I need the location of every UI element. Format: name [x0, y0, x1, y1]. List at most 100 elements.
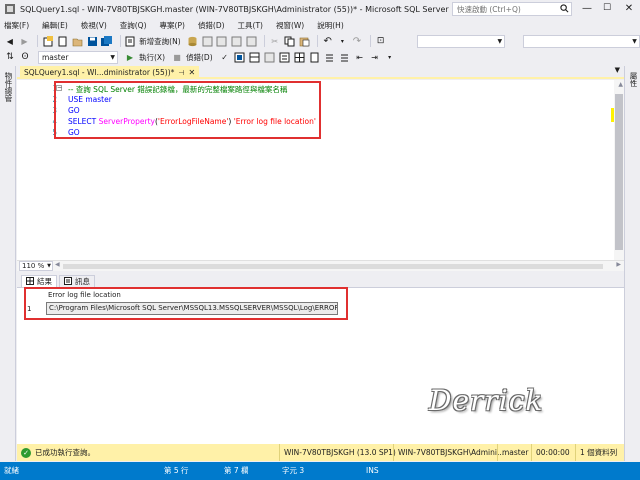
menu-window[interactable]: 視窗(W) [276, 20, 304, 31]
quick-launch-input[interactable]: 快速啟動 (Ctrl+Q) [452, 2, 572, 16]
menu-query[interactable]: 查詢(Q) [120, 20, 147, 31]
database-select[interactable]: master ▼ [38, 50, 118, 64]
close-button[interactable]: ✕ [620, 2, 638, 16]
results-tab-strip: 結果 訊息 [17, 273, 624, 287]
tab-messages-label: 訊息 [75, 277, 90, 286]
intellisense-icon[interactable] [264, 51, 276, 63]
new-query-icon[interactable] [125, 35, 137, 47]
save-all-icon[interactable] [101, 35, 113, 47]
query-editor[interactable]: 1 2 3 4 5 − -- 查詢 SQL Server 錯誤記錄檔，最新的完整… [17, 80, 624, 260]
copy-icon[interactable] [284, 35, 296, 47]
scroll-thumb[interactable] [615, 94, 623, 250]
comment-out-icon[interactable] [324, 51, 336, 63]
tab-sqlquery1[interactable]: SQLQuery1.sql - WI...dministrator (55))*… [20, 66, 200, 79]
decrease-indent-icon[interactable]: ⇤ [354, 51, 366, 63]
status-user: WIN-7V80TBJSKGH\Admini... [393, 444, 504, 461]
sql-editor-toolbar: ⇅ Ꙩ master ▼ ▶ 執行(X) ■ 偵錯(D) ✓ ⇤ ⇥ ▾ [0, 49, 640, 65]
chevron-down-icon: ▼ [47, 263, 51, 269]
object-explorer-collapsed-panel[interactable]: 物件總管 [0, 66, 16, 461]
query-status-bar: ✓ 已成功執行查詢。 WIN-7V80TBJSKGH (13.0 SP1) WI… [17, 444, 624, 461]
find-combo[interactable]: ▼ [523, 34, 640, 48]
undo-icon[interactable]: ↶ [322, 35, 334, 47]
solution-config-combo[interactable]: ▼ [417, 34, 506, 48]
uncomment-icon[interactable] [339, 51, 351, 63]
status-ready: 就緒 [4, 466, 19, 475]
maximize-button[interactable]: ☐ [598, 2, 616, 16]
status-column: 第 7 欄 [224, 466, 249, 475]
increase-indent-icon[interactable]: ⇥ [369, 51, 381, 63]
undo-dropdown-icon[interactable]: ▾ [337, 35, 349, 47]
code-highlight-box [54, 81, 321, 139]
connect-icon[interactable]: ⇅ [4, 51, 16, 63]
minimize-button[interactable]: — [578, 2, 596, 16]
new-project-icon[interactable] [42, 35, 54, 47]
results-to-grid-icon[interactable] [294, 51, 306, 63]
forward-icon[interactable]: ▶ [19, 35, 31, 47]
display-plan-icon[interactable] [234, 51, 246, 63]
message-icon [64, 276, 72, 287]
pin-icon[interactable]: ⊣ [178, 69, 184, 77]
open-folder-icon[interactable] [72, 35, 84, 47]
grid-icon [26, 276, 34, 287]
query-status-message: 已成功執行查詢。 [35, 448, 95, 457]
database-query-icon[interactable] [187, 35, 199, 47]
execute-button[interactable]: 執行(X) [139, 52, 165, 63]
dmx-query-icon[interactable] [216, 35, 228, 47]
dax-query-icon[interactable] [245, 35, 257, 47]
editor-zoom-row: 110 % ▼ ◀ ▶ [17, 260, 624, 271]
zoom-value: 110 % [22, 262, 45, 270]
scroll-left-icon[interactable]: ◀ [55, 261, 60, 268]
status-elapsed: 00:00:00 [531, 444, 570, 461]
zoom-select[interactable]: 110 % ▼ [19, 261, 53, 271]
scroll-up-icon[interactable]: ▲ [618, 81, 623, 88]
menu-file[interactable]: 檔案(F) [4, 20, 29, 31]
parse-icon[interactable]: ✓ [219, 51, 231, 63]
document-tab-strip: SQLQuery1.sql - WI...dministrator (55))*… [17, 66, 624, 79]
results-grid[interactable]: Error log file location 1 C:\Program Fil… [17, 287, 624, 449]
window-title: SQLQuery1.sql - WIN-7V80TBJSKGH.master (… [20, 4, 491, 14]
status-server: WIN-7V80TBJSKGH (13.0 SP1) [279, 444, 396, 461]
paste-icon[interactable] [298, 35, 310, 47]
menu-edit[interactable]: 編輯(E) [42, 20, 68, 31]
object-explorer-label: 物件總管 [4, 72, 13, 102]
document-area: SQLQuery1.sql - WI...dministrator (55))*… [17, 66, 624, 461]
close-tab-icon[interactable]: ✕ [189, 68, 196, 77]
execute-icon[interactable]: ▶ [124, 51, 136, 63]
xmla-query-icon[interactable] [231, 35, 243, 47]
menu-project[interactable]: 專案(P) [160, 20, 185, 31]
menu-help[interactable]: 說明(H) [317, 20, 344, 31]
chevron-down-icon: ▼ [632, 37, 637, 45]
menu-bar: 檔案(F) 編輯(E) 檢視(V) 查詢(Q) 專案(P) 偵錯(D) 工具(T… [0, 18, 640, 32]
menu-tools[interactable]: 工具(T) [238, 20, 263, 31]
toolbar-separator [37, 35, 39, 47]
toolbar-separator [316, 35, 318, 47]
success-check-icon: ✓ [21, 447, 31, 458]
properties-collapsed-panel[interactable]: 屬性 [624, 66, 640, 461]
debug-button[interactable]: 偵錯(D) [186, 52, 213, 63]
results-to-text-icon[interactable] [279, 51, 291, 63]
status-line: 第 5 行 [164, 466, 189, 475]
add-item-icon[interactable] [57, 35, 69, 47]
mdx-query-icon[interactable] [201, 35, 213, 47]
menu-view[interactable]: 檢視(V) [81, 20, 107, 31]
tab-messages[interactable]: 訊息 [59, 275, 95, 287]
scroll-right-icon[interactable]: ▶ [616, 261, 621, 268]
back-icon[interactable]: ◀ [4, 35, 16, 47]
new-query-button[interactable]: 新增查詢(N) [139, 36, 180, 47]
cancel-query-icon[interactable]: ■ [171, 51, 183, 63]
quick-launch-placeholder: 快速啟動 (Ctrl+Q) [457, 5, 521, 14]
tab-results[interactable]: 結果 [21, 275, 57, 287]
editor-horizontal-scrollbar[interactable] [63, 264, 603, 269]
query-designer-icon[interactable] [249, 51, 261, 63]
redo-icon[interactable]: ↷ [351, 35, 363, 47]
attach-icon[interactable]: ⊡ [375, 35, 387, 47]
editor-vertical-scrollbar[interactable]: ▲ [614, 80, 624, 260]
change-connection-icon[interactable]: Ꙩ [19, 51, 31, 63]
menu-debug[interactable]: 偵錯(D) [198, 20, 225, 31]
toolbar-options-icon[interactable]: ▾ [384, 51, 396, 63]
cut-icon[interactable]: ✂ [269, 35, 281, 47]
tab-list-dropdown-icon[interactable]: ▼ [615, 66, 620, 74]
results-to-file-icon[interactable] [309, 51, 321, 63]
save-icon[interactable] [86, 35, 98, 47]
tab-results-label: 結果 [37, 277, 52, 286]
